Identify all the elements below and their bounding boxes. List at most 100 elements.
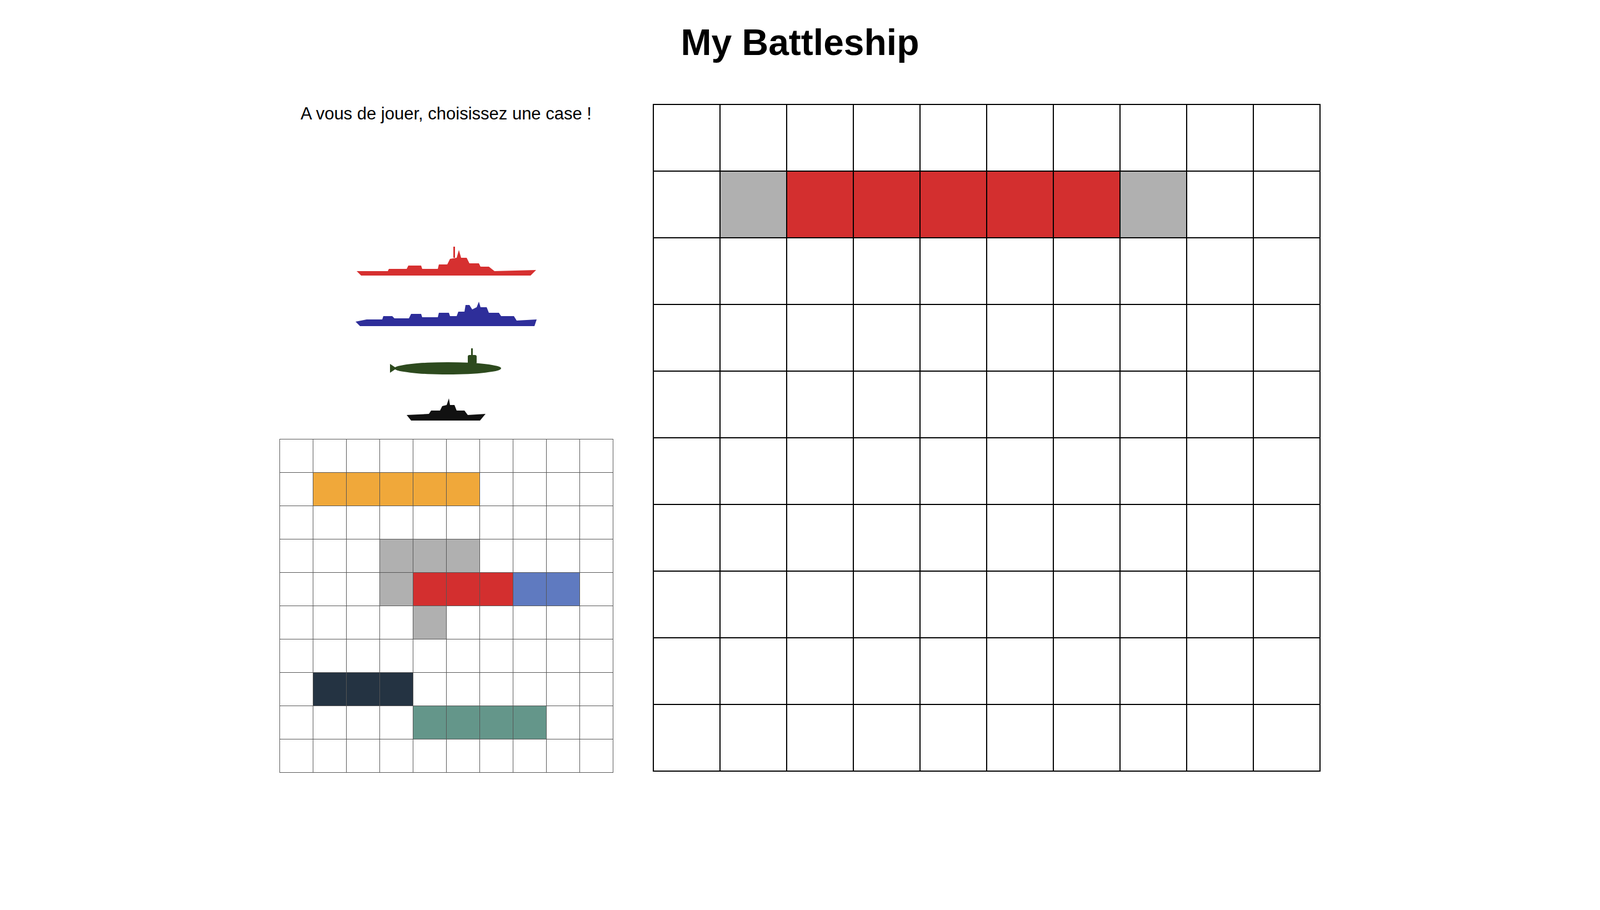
empty-cell[interactable]: [987, 438, 1054, 505]
empty-cell[interactable]: [653, 105, 721, 172]
hit-cell[interactable]: [853, 171, 921, 239]
empty-cell[interactable]: [1187, 505, 1254, 572]
empty-cell[interactable]: [787, 571, 854, 639]
empty-cell[interactable]: [1053, 571, 1121, 639]
empty-cell[interactable]: [1253, 305, 1321, 372]
empty-cell[interactable]: [920, 571, 988, 639]
empty-cell[interactable]: [853, 305, 921, 372]
empty-cell[interactable]: [1120, 438, 1188, 505]
empty-cell[interactable]: [987, 238, 1054, 305]
empty-cell[interactable]: [720, 105, 788, 172]
empty-cell[interactable]: [653, 705, 721, 772]
empty-cell[interactable]: [720, 571, 788, 639]
empty-cell[interactable]: [653, 505, 721, 572]
empty-cell[interactable]: [1253, 105, 1321, 172]
empty-cell[interactable]: [987, 571, 1054, 639]
empty-cell[interactable]: [987, 105, 1054, 172]
empty-cell[interactable]: [653, 238, 721, 305]
miss-cell[interactable]: [720, 171, 788, 239]
empty-cell[interactable]: [1053, 105, 1121, 172]
empty-cell[interactable]: [1053, 238, 1121, 305]
empty-cell[interactable]: [787, 305, 854, 372]
empty-cell[interactable]: [653, 571, 721, 639]
empty-cell[interactable]: [653, 305, 721, 372]
empty-cell[interactable]: [720, 705, 788, 772]
empty-cell[interactable]: [720, 371, 788, 439]
empty-cell[interactable]: [1253, 505, 1321, 572]
empty-cell[interactable]: [1187, 305, 1254, 372]
empty-cell[interactable]: [1120, 305, 1188, 372]
empty-cell[interactable]: [920, 638, 988, 705]
empty-cell[interactable]: [853, 505, 921, 572]
empty-cell[interactable]: [1187, 105, 1254, 172]
empty-cell[interactable]: [787, 238, 854, 305]
empty-cell[interactable]: [787, 371, 854, 439]
empty-cell[interactable]: [653, 438, 721, 505]
miss-cell[interactable]: [1120, 171, 1188, 239]
empty-cell[interactable]: [1187, 705, 1254, 772]
empty-cell[interactable]: [1253, 438, 1321, 505]
empty-cell[interactable]: [1187, 638, 1254, 705]
empty-cell[interactable]: [1120, 238, 1188, 305]
empty-cell[interactable]: [987, 638, 1054, 705]
empty-cell[interactable]: [720, 438, 788, 505]
empty-cell[interactable]: [853, 238, 921, 305]
empty-cell[interactable]: [1053, 505, 1121, 572]
empty-cell[interactable]: [1120, 505, 1188, 572]
empty-cell[interactable]: [720, 638, 788, 705]
empty-cell[interactable]: [1187, 571, 1254, 639]
empty-cell[interactable]: [1253, 171, 1321, 239]
empty-cell[interactable]: [787, 705, 854, 772]
empty-cell[interactable]: [1053, 305, 1121, 372]
empty-cell[interactable]: [720, 305, 788, 372]
empty-cell[interactable]: [1120, 638, 1188, 705]
empty-cell[interactable]: [1120, 105, 1188, 172]
empty-cell[interactable]: [920, 305, 988, 372]
empty-cell[interactable]: [853, 638, 921, 705]
empty-cell[interactable]: [853, 438, 921, 505]
empty-cell[interactable]: [1053, 371, 1121, 439]
empty-cell[interactable]: [1187, 238, 1254, 305]
empty-cell[interactable]: [1253, 238, 1321, 305]
empty-cell[interactable]: [920, 371, 988, 439]
empty-cell[interactable]: [787, 638, 854, 705]
empty-cell[interactable]: [720, 505, 788, 572]
empty-cell[interactable]: [1187, 171, 1254, 239]
empty-cell[interactable]: [1253, 571, 1321, 639]
empty-cell[interactable]: [1187, 371, 1254, 439]
empty-cell[interactable]: [853, 371, 921, 439]
empty-cell[interactable]: [1053, 438, 1121, 505]
empty-cell[interactable]: [1120, 705, 1188, 772]
empty-cell[interactable]: [987, 705, 1054, 772]
empty-cell[interactable]: [920, 505, 988, 572]
empty-cell[interactable]: [720, 238, 788, 305]
empty-cell[interactable]: [920, 705, 988, 772]
empty-cell[interactable]: [653, 371, 721, 439]
empty-cell[interactable]: [1053, 705, 1121, 772]
empty-cell[interactable]: [853, 105, 921, 172]
hit-cell[interactable]: [920, 171, 988, 239]
empty-cell[interactable]: [987, 305, 1054, 372]
empty-cell[interactable]: [853, 705, 921, 772]
empty-cell[interactable]: [920, 105, 988, 172]
hit-cell[interactable]: [787, 171, 854, 239]
empty-cell[interactable]: [920, 238, 988, 305]
empty-cell[interactable]: [787, 438, 854, 505]
empty-cell[interactable]: [653, 638, 721, 705]
empty-cell[interactable]: [1053, 638, 1121, 705]
hit-cell[interactable]: [1053, 171, 1121, 239]
empty-cell[interactable]: [787, 105, 854, 172]
empty-cell[interactable]: [1120, 371, 1188, 439]
empty-cell[interactable]: [787, 505, 854, 572]
empty-cell[interactable]: [920, 438, 988, 505]
empty-cell[interactable]: [987, 505, 1054, 572]
empty-cell[interactable]: [987, 371, 1054, 439]
empty-cell[interactable]: [853, 571, 921, 639]
hit-cell[interactable]: [987, 171, 1054, 239]
empty-cell[interactable]: [1253, 638, 1321, 705]
empty-cell[interactable]: [653, 171, 721, 239]
empty-cell[interactable]: [1187, 438, 1254, 505]
empty-cell[interactable]: [1253, 371, 1321, 439]
empty-cell[interactable]: [1253, 705, 1321, 772]
empty-cell[interactable]: [1120, 571, 1188, 639]
